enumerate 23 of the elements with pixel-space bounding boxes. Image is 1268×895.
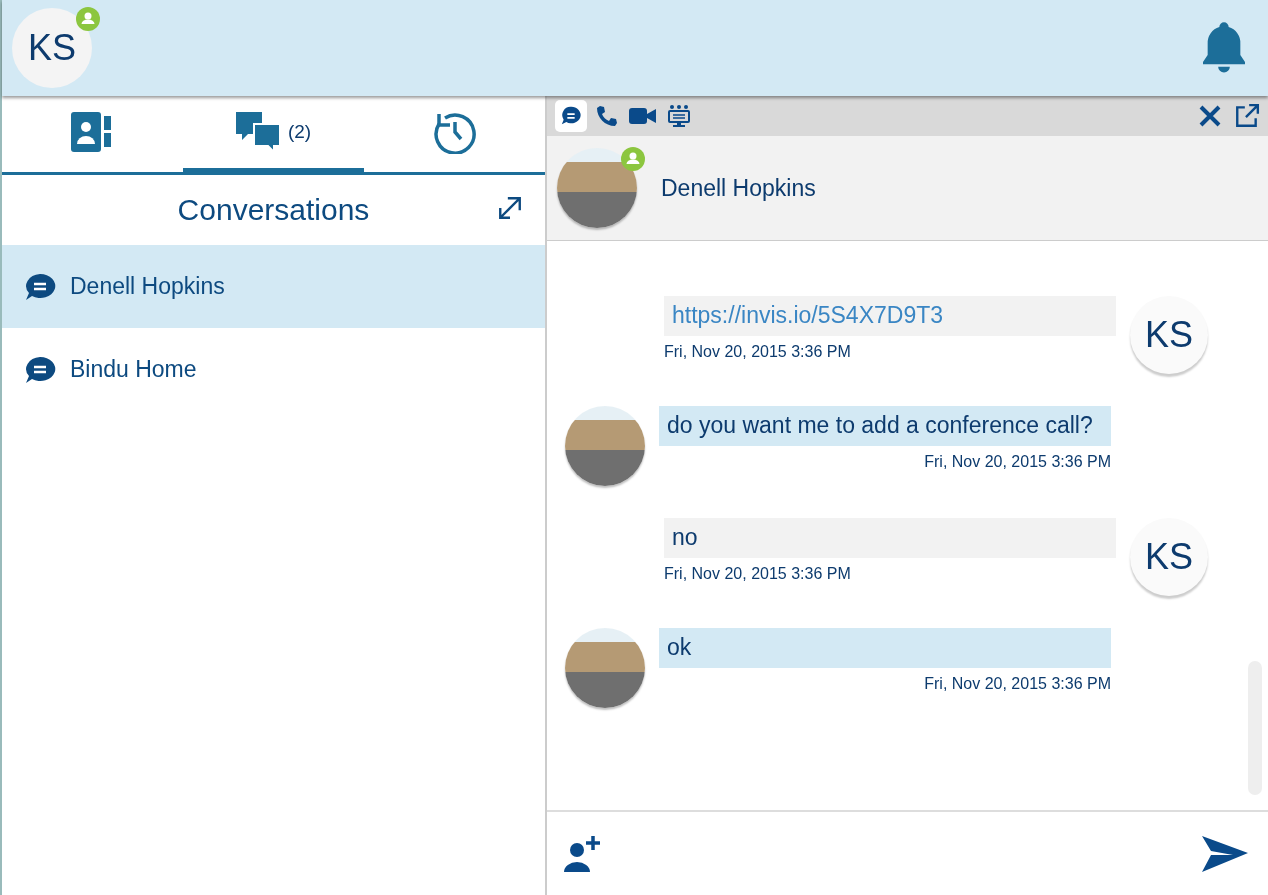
message-time: Fri, Nov 20, 2015 3:36 PM [664,563,852,584]
popout-icon[interactable] [1234,103,1260,129]
send-icon[interactable] [1202,833,1248,874]
conversation-item[interactable]: Denell Hopkins [2,245,545,328]
contact-name: Denell Hopkins [661,173,816,203]
chat-bubble-icon [24,272,56,301]
user-avatar[interactable]: KS [12,8,92,88]
tab[interactable]: (2) [183,96,364,175]
close-icon[interactable] [1198,103,1222,129]
user-avatar: KS [1130,518,1208,596]
panel-title: Conversations [177,192,370,228]
history-clock-icon [432,110,477,154]
message-time: Fri, Nov 20, 2015 3:36 PM [923,451,1111,472]
message-time: Fri, Nov 20, 2015 3:36 PM [923,673,1111,694]
message-bubble: ok [659,628,1111,668]
chat-bubbles-icon [235,112,280,152]
chat-bubble-icon [24,355,56,384]
message-bubble: no [664,518,1116,558]
chat-mode-icon[interactable] [555,100,587,132]
message-time: Fri, Nov 20, 2015 3:36 PM [664,341,852,362]
message-bubble: do you want me to add a conference call? [659,406,1111,446]
expand-icon[interactable] [497,195,523,221]
user-avatar: KS [1130,296,1208,374]
